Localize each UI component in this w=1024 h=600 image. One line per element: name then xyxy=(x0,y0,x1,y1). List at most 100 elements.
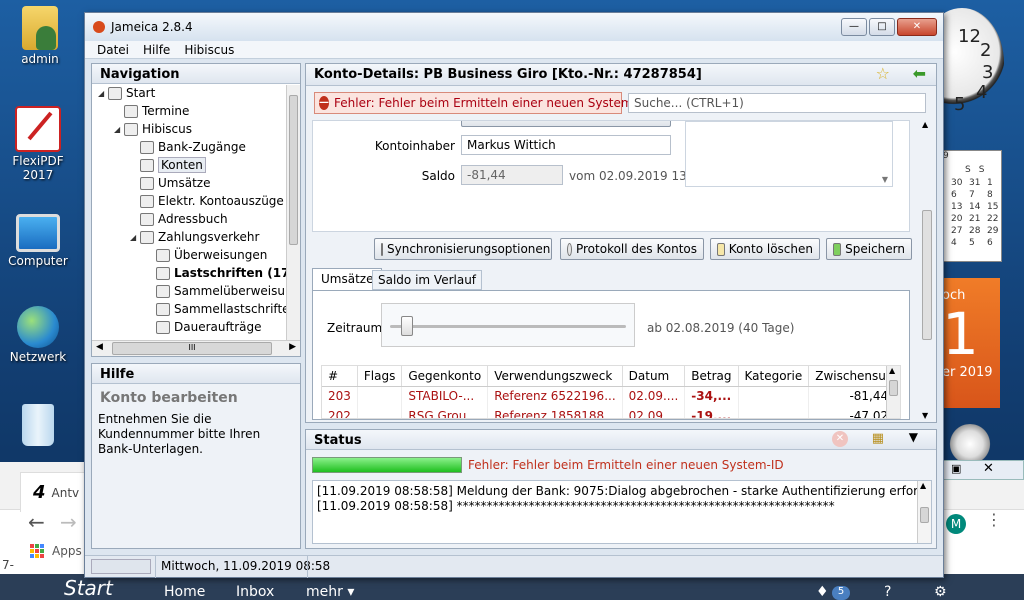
zeitraum-slider[interactable] xyxy=(381,303,635,347)
expanded-arrow-icon[interactable]: ◢ xyxy=(114,125,124,134)
scroll-down-icon[interactable]: ▼ xyxy=(922,411,928,420)
speichern-button[interactable]: Speichern xyxy=(826,238,912,260)
protokoll-button[interactable]: Protokoll des Kontos xyxy=(560,238,704,260)
table-header[interactable]: Verwendungszweck xyxy=(487,366,623,387)
scroll-up-icon[interactable]: ▲ xyxy=(922,120,928,129)
calendar-date[interactable]: 22 xyxy=(987,214,999,226)
favorite-star-icon[interactable]: ☆ xyxy=(876,64,890,83)
kontoinhaber-input[interactable]: Markus Wittich xyxy=(461,135,671,155)
nav-item[interactable]: Umsätze xyxy=(92,174,300,192)
search-input[interactable]: Suche... (CTRL+1) xyxy=(628,93,926,113)
navigation-vscroll[interactable] xyxy=(286,85,300,340)
table-header[interactable]: Betrag xyxy=(684,366,739,387)
notes-area[interactable]: ▼ xyxy=(685,121,893,187)
scroll-right-icon[interactable]: ▶ xyxy=(289,342,296,352)
settings-icon[interactable]: ⚙ xyxy=(934,584,947,600)
calendar-date[interactable]: 31 xyxy=(969,178,981,190)
calendar-date[interactable]: 4 xyxy=(951,238,963,250)
browser-tab[interactable]: 4 Antv xyxy=(20,472,90,512)
konto-loeschen-button[interactable]: Konto löschen xyxy=(710,238,820,260)
table-vscroll[interactable]: ▲ xyxy=(886,366,900,418)
close-icon[interactable]: ✕ xyxy=(983,461,994,476)
forward-arrow-icon[interactable]: → xyxy=(60,510,77,534)
calendar-date[interactable]: 29 xyxy=(987,226,999,238)
calendar-date[interactable]: 28 xyxy=(969,226,981,238)
hscroll-thumb[interactable]: III xyxy=(112,342,272,355)
folder-icon[interactable]: ▦ xyxy=(872,431,884,446)
desktop-icon-recycle-bin[interactable] xyxy=(0,404,76,448)
calendar-date[interactable]: 7 xyxy=(969,190,981,202)
menu-datei[interactable]: Datei xyxy=(97,43,129,57)
table-row[interactable]: 202 RSG Grou... Referenz 1858188... 02.09..… xyxy=(322,406,900,418)
synchronisierungsoptionen-button[interactable]: Synchronisierungsoptionen xyxy=(374,238,552,260)
desktop-icon-admin[interactable]: admin xyxy=(2,6,78,66)
nav-item[interactable]: Sammelüberweisur xyxy=(92,282,300,300)
calendar-date[interactable]: 6 xyxy=(987,238,999,250)
table-header[interactable]: Flags xyxy=(357,366,403,387)
nav-item[interactable]: ◢ Zahlungsverkehr xyxy=(92,228,300,246)
table-header[interactable]: Datum xyxy=(622,366,686,387)
calendar-date[interactable]: 6 xyxy=(951,190,963,202)
calendar-date[interactable]: 20 xyxy=(951,214,963,226)
dropdown-arrow-icon[interactable]: ▼ xyxy=(882,175,888,184)
calendar-date[interactable]: 21 xyxy=(969,214,981,226)
minimize-button[interactable]: — xyxy=(841,18,867,36)
calendar-date[interactable]: 30 xyxy=(951,178,963,190)
apps-shortcut[interactable]: Apps xyxy=(30,544,82,558)
clear-icon[interactable]: ✕ xyxy=(832,431,848,447)
nav-item[interactable]: ◢ Hibiscus xyxy=(92,120,300,138)
nav-item[interactable]: Termine xyxy=(92,102,300,120)
nav-item[interactable]: Lastschriften (17) xyxy=(92,264,300,282)
calendar-date[interactable]: 13 xyxy=(951,202,963,214)
calendar-date[interactable]: 5 xyxy=(969,238,981,250)
nav-item[interactable]: Daueraufträge xyxy=(92,318,300,336)
menu-hilfe[interactable]: Hilfe xyxy=(143,43,170,57)
desktop-icon-computer[interactable]: Computer xyxy=(0,210,76,268)
nav-item[interactable]: Überweisungen xyxy=(92,246,300,264)
table-header[interactable]: Gegenkonto xyxy=(401,366,489,387)
maximize-button[interactable]: □ xyxy=(869,18,895,36)
calendar-date[interactable]: 14 xyxy=(969,202,981,214)
restore-icon[interactable]: ▣ xyxy=(951,462,961,475)
slider-thumb[interactable] xyxy=(401,316,414,336)
status-log[interactable]: [11.09.2019 08:58:58] Meldung der Bank: … xyxy=(312,480,932,544)
nav-item[interactable]: ◢ Start xyxy=(92,84,300,102)
close-button[interactable]: ✕ xyxy=(897,18,937,36)
avatar[interactable]: M xyxy=(946,514,966,534)
table-header[interactable]: # xyxy=(322,366,358,387)
nav-item[interactable]: Elektr. Kontoauszüge xyxy=(92,192,300,210)
calendar-date[interactable]: 1 xyxy=(987,178,999,190)
nav-item[interactable]: Konten xyxy=(92,156,300,174)
back-arrow-icon[interactable]: ← xyxy=(28,510,45,534)
details-vscroll[interactable]: ▲ ▼ xyxy=(920,120,934,420)
log-vscroll[interactable]: ▲ xyxy=(917,481,931,543)
nav-item[interactable]: Sammellastschrifter xyxy=(92,300,300,318)
scroll-up-icon[interactable]: ▲ xyxy=(889,366,895,375)
expanded-arrow-icon[interactable]: ◢ xyxy=(98,89,108,98)
navigation-hscroll[interactable]: ◀ III ▶ xyxy=(92,340,300,356)
calendar-date[interactable]: 8 xyxy=(987,190,999,202)
calendar-date[interactable]: 27 xyxy=(951,226,963,238)
tab-saldo-verlauf[interactable]: Saldo im Verlauf xyxy=(372,270,483,290)
expanded-arrow-icon[interactable]: ◢ xyxy=(130,233,140,242)
help-icon[interactable]: ? xyxy=(884,584,891,600)
menu-hibiscus[interactable]: Hibiscus xyxy=(184,43,234,57)
scroll-up-icon[interactable]: ▲ xyxy=(920,481,926,490)
bell-icon[interactable]: ♦ xyxy=(816,584,829,600)
form-button-hidden[interactable] xyxy=(461,121,671,127)
table-row[interactable]: 203 STABILO-... Referenz 6522196... 02.09..… xyxy=(322,386,900,406)
scroll-left-icon[interactable]: ◀ xyxy=(96,342,103,352)
nav-item[interactable]: Bank-Zugänge xyxy=(92,138,300,156)
start-label[interactable]: Start xyxy=(64,576,113,600)
desktop-icon-netzwerk[interactable]: Netzwerk xyxy=(0,306,76,364)
desktop-icon-flexipdf[interactable]: FlexiPDF 2017 xyxy=(0,106,76,182)
table-header[interactable]: Kategorie xyxy=(738,366,810,387)
nav-item[interactable]: Adressbuch xyxy=(92,210,300,228)
calendar-date[interactable]: 15 xyxy=(987,202,999,214)
back-arrow-icon[interactable]: ⬅ xyxy=(913,64,926,83)
menu-dots-icon[interactable]: ⋮ xyxy=(986,510,1002,529)
nav-link-inbox[interactable]: Inbox xyxy=(236,584,274,600)
collapse-icon[interactable]: ▼ xyxy=(909,430,918,444)
nav-link-home[interactable]: Home xyxy=(164,584,205,600)
nav-link-more[interactable]: mehr ▾ xyxy=(306,584,354,600)
